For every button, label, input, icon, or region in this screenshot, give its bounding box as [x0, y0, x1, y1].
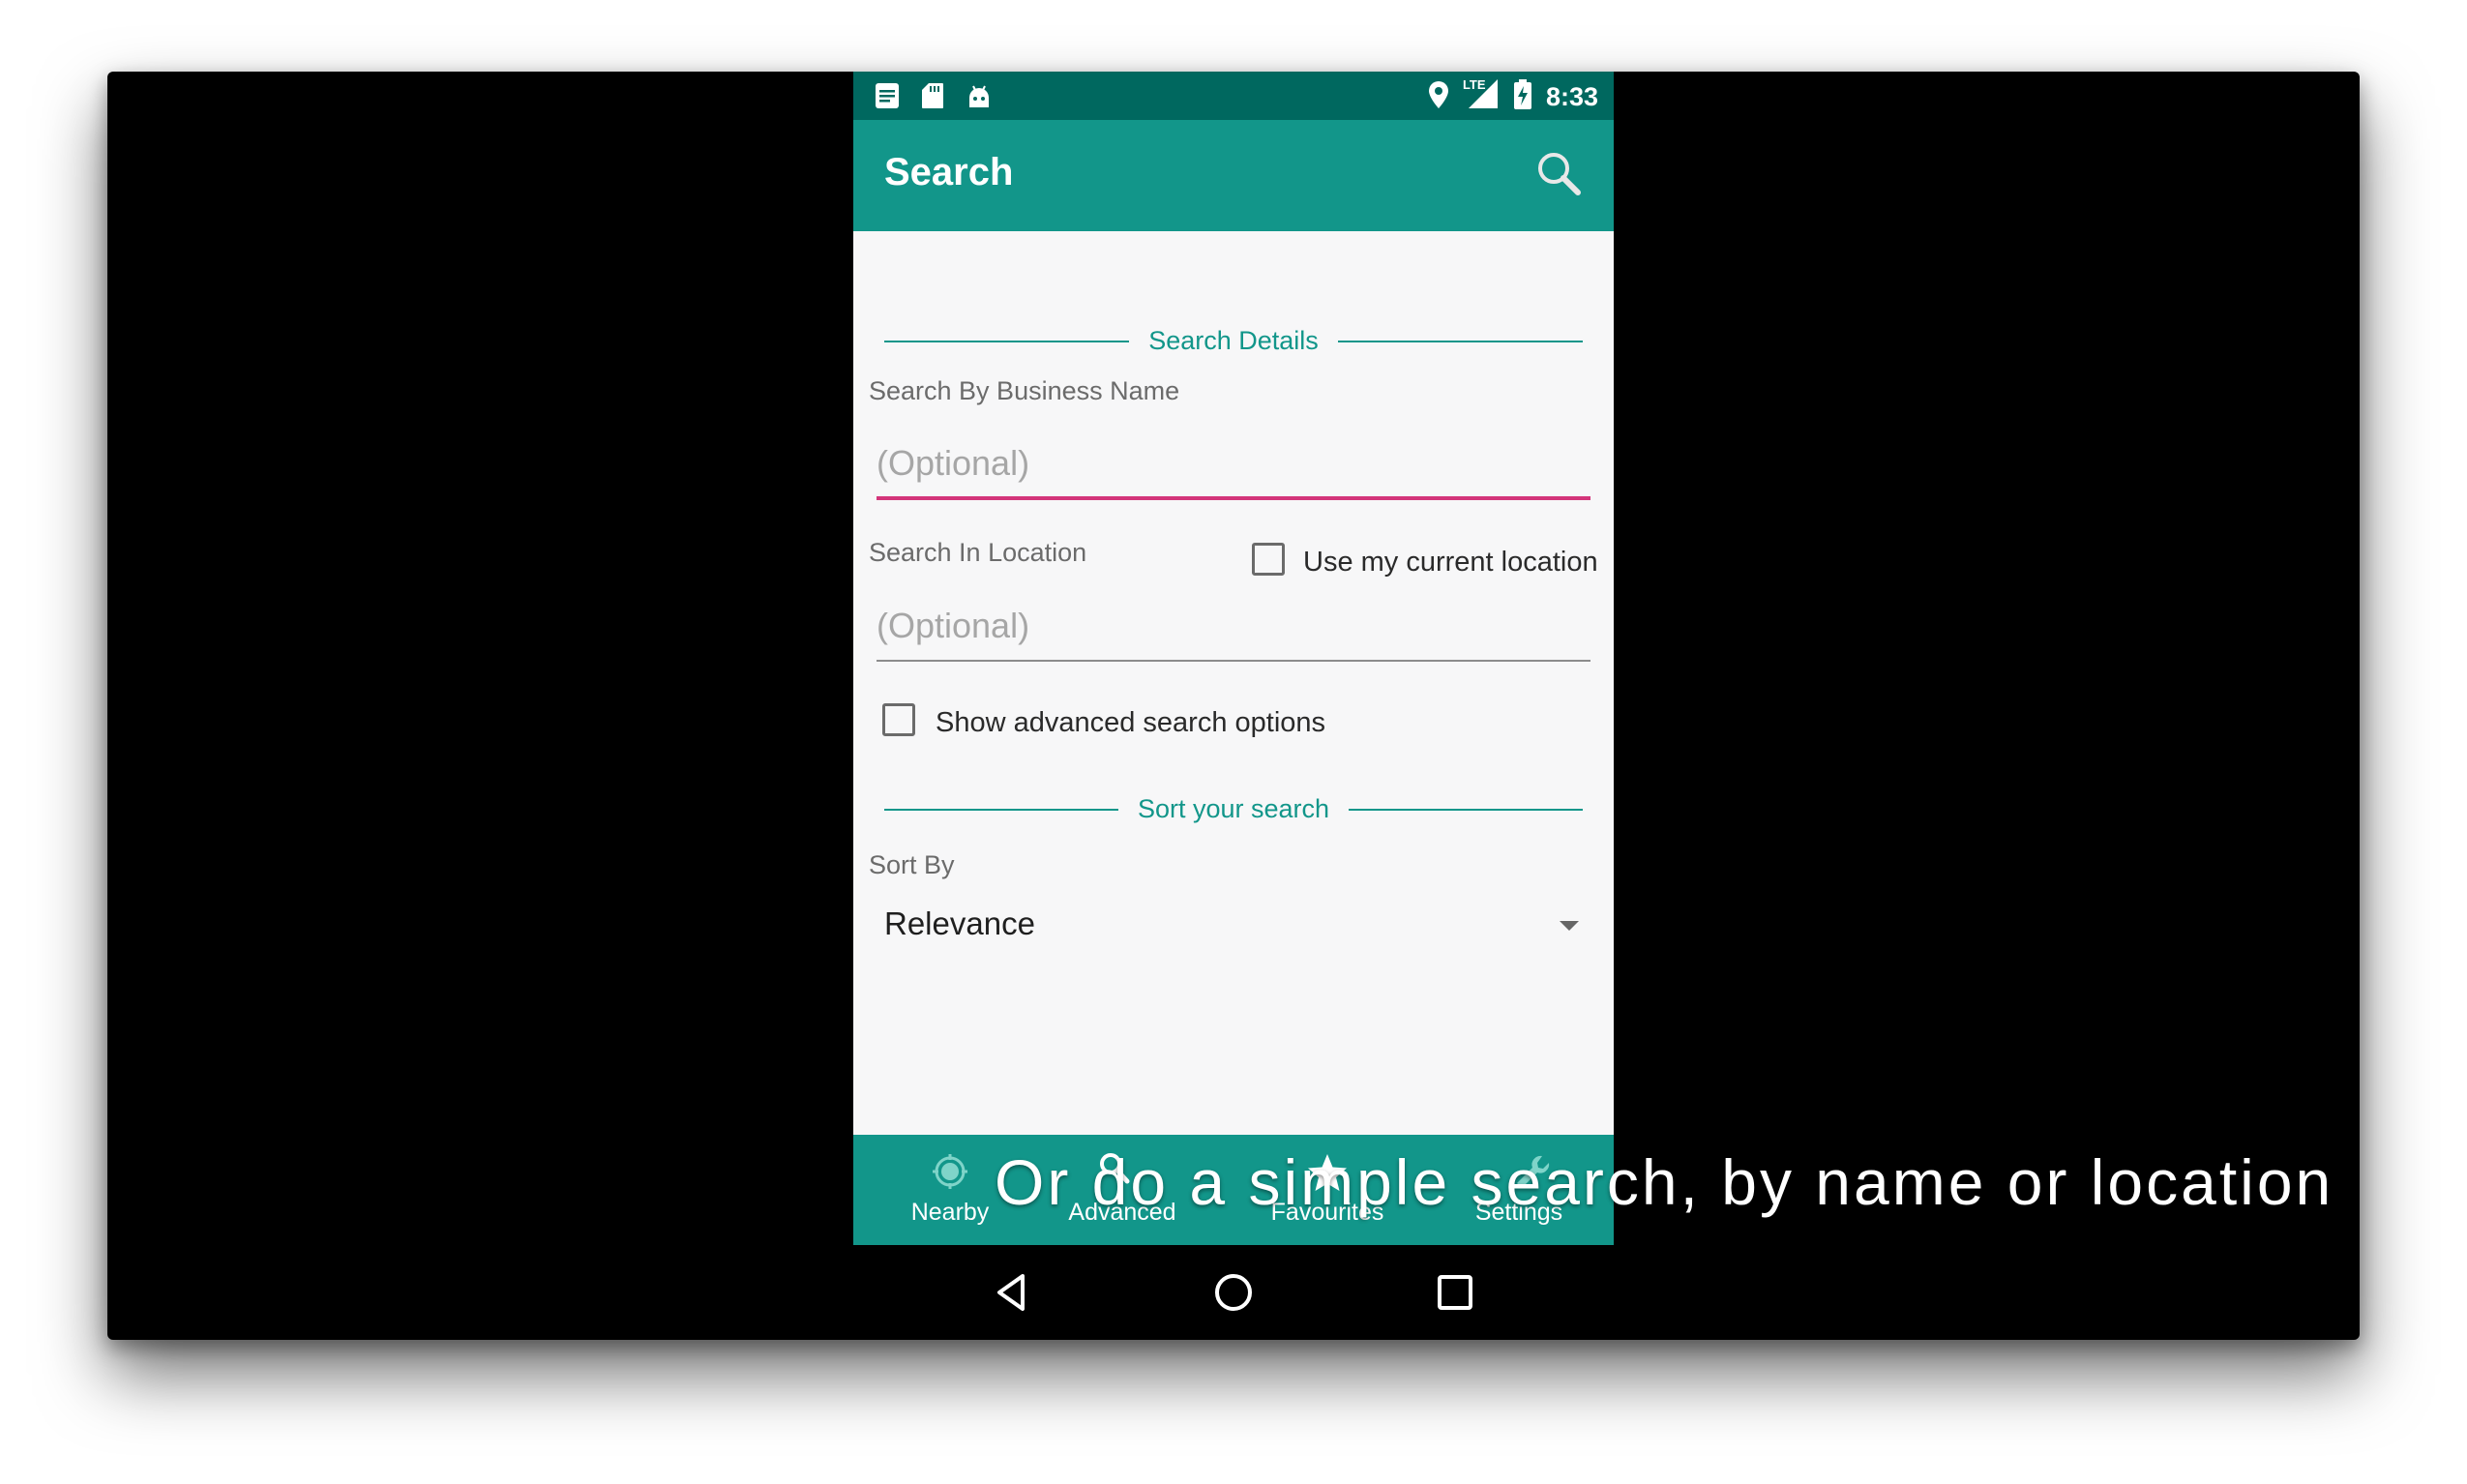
use-location-checkbox[interactable]: [1252, 543, 1285, 576]
business-name-input[interactable]: [877, 434, 1590, 492]
business-name-label: Search By Business Name: [869, 376, 1180, 405]
android-icon: [966, 82, 993, 114]
use-location-label[interactable]: Use my current location: [1303, 547, 1598, 579]
status-bar: LTE 8:33: [853, 72, 1614, 120]
video-caption: Or do a simple search, by name or locati…: [995, 1146, 2334, 1218]
dropdown-arrow-icon: [1560, 921, 1579, 931]
location-underline: [877, 660, 1590, 662]
recents-icon[interactable]: [1431, 1268, 1479, 1317]
status-time: 8:33: [1545, 82, 1598, 111]
advanced-options-checkbox[interactable]: [882, 703, 915, 736]
location-input[interactable]: [877, 597, 1590, 655]
battery-charging-icon: [1513, 79, 1532, 115]
location-label: Search In Location: [869, 538, 1087, 567]
system-navigation-bar: [853, 1245, 1614, 1340]
search-icon[interactable]: [1534, 149, 1583, 202]
location-pin-icon: [1428, 80, 1449, 114]
back-icon[interactable]: [988, 1268, 1036, 1317]
section-title-details: Search Details: [1129, 326, 1338, 355]
sd-card-icon: [921, 82, 944, 114]
section-header-sort: Sort your search: [884, 790, 1583, 829]
lte-signal-icon: LTE: [1462, 77, 1500, 115]
section-header-details: Search Details: [884, 322, 1583, 361]
nearby-icon: [931, 1152, 969, 1196]
page-title: Search: [884, 151, 1014, 193]
sort-by-label: Sort By: [869, 850, 955, 879]
app-bar: Search: [853, 120, 1614, 231]
nav-item-nearby[interactable]: Nearby: [892, 1135, 1008, 1245]
nav-label-nearby: Nearby: [910, 1199, 990, 1226]
advanced-options-label[interactable]: Show advanced search options: [936, 707, 1325, 739]
video-frame: LTE 8:33 Search Search Details Search By…: [107, 72, 2360, 1340]
business-name-underline: [877, 496, 1590, 500]
sort-by-value: Relevance: [884, 905, 1035, 941]
sort-by-dropdown[interactable]: Relevance: [884, 896, 1583, 954]
section-title-sort: Sort your search: [1117, 794, 1350, 823]
notes-icon: [875, 82, 900, 114]
network-type-label: LTE: [1462, 77, 1486, 92]
search-form: Search Details Search By Business Name S…: [853, 231, 1614, 1206]
home-icon[interactable]: [1209, 1268, 1258, 1317]
